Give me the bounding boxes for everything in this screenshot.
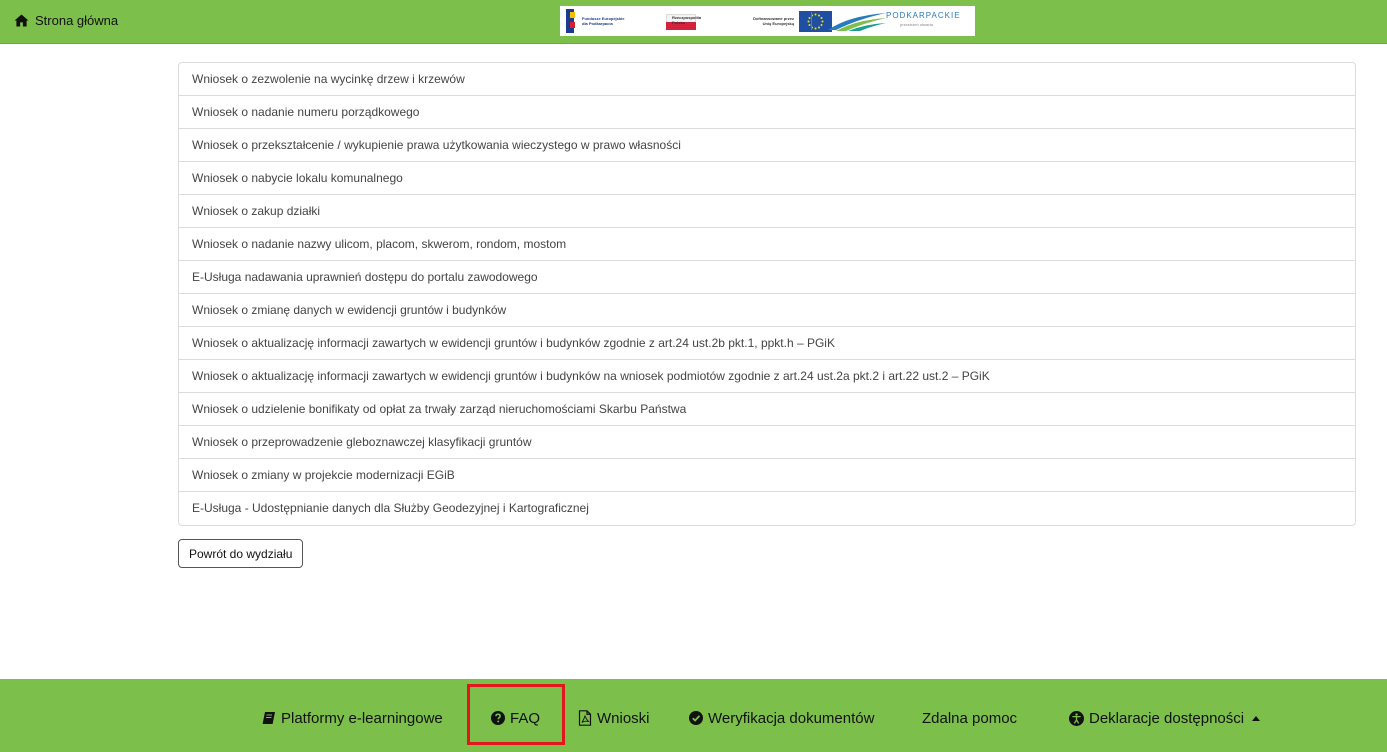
- forms-list: Wniosek o zezwolenie na wycinkę drzew i …: [178, 62, 1356, 526]
- home-link-label: Strona główna: [35, 13, 119, 28]
- list-item[interactable]: Wniosek o przeprowadzenie gleboznawczej …: [179, 426, 1355, 459]
- list-item[interactable]: Wniosek o zezwolenie na wycinkę drzew i …: [179, 63, 1355, 96]
- list-item[interactable]: Wniosek o aktualizację informacji zawart…: [179, 327, 1355, 360]
- funding-logos: Fundusze Europejskie dla Podkarpacia Rze…: [560, 6, 975, 36]
- list-item[interactable]: Wniosek o zakup działki: [179, 195, 1355, 228]
- footer-link-label: Zdalna pomoc: [922, 709, 1018, 727]
- back-to-department-button[interactable]: Powrót do wydziału: [178, 539, 304, 568]
- list-item[interactable]: Wniosek o nadanie nazwy ulicom, placom, …: [179, 228, 1355, 261]
- footer-link-wnioski[interactable]: Wnioski: [578, 707, 650, 729]
- footer-link-weryfikacja[interactable]: Weryfikacja dokumentów: [689, 707, 874, 729]
- check-circle-icon: [689, 711, 703, 725]
- list-item[interactable]: Wniosek o aktualizację informacji zawart…: [179, 360, 1355, 393]
- footer-link-label: Platformy e-learningowe: [281, 709, 443, 727]
- accessibility-icon: [1069, 710, 1084, 726]
- list-item[interactable]: Wniosek o zmiany w projekcie modernizacj…: [179, 459, 1355, 492]
- footer-link-deklaracje[interactable]: Deklaracje dostępności: [1069, 707, 1261, 729]
- home-link[interactable]: Strona główna: [14, 13, 118, 28]
- footer-link-label: Deklaracje dostępności: [1089, 709, 1245, 727]
- faq-highlight-box: [467, 684, 565, 745]
- list-item[interactable]: E-Usługa - Udostępnianie danych dla Służ…: [179, 492, 1355, 525]
- list-item[interactable]: Wniosek o udzielenie bonifikaty od opłat…: [179, 393, 1355, 426]
- footer-link-zdalna-pomoc[interactable]: Zdalna pomoc: [922, 707, 1017, 729]
- pdf-file-icon: [578, 710, 592, 726]
- footer-link-label: Wnioski: [597, 709, 650, 727]
- fundusze-europejskie-logo: Fundusze Europejskie dla Podkarpacia: [566, 9, 626, 33]
- list-item[interactable]: Wniosek o nadanie numeru porządkowego: [179, 96, 1355, 129]
- home-icon: [14, 14, 29, 27]
- caret-up-icon: [1252, 715, 1261, 721]
- footer-link-elearning[interactable]: Platformy e-learningowe: [262, 707, 443, 729]
- logo-divider: [811, 12, 812, 30]
- podkarpackie-logo: PODKARPACKIE przestrzeń otwarta: [828, 8, 973, 34]
- footer-link-label: Weryfikacja dokumentów: [708, 709, 875, 727]
- list-item[interactable]: E-Usługa nadawania uprawnień dostępu do …: [179, 261, 1355, 294]
- list-item[interactable]: Wniosek o przekształcenie / wykupienie p…: [179, 129, 1355, 162]
- book-icon: [262, 712, 275, 724]
- list-item[interactable]: Wniosek o zmianę danych w ewidencji grun…: [179, 294, 1355, 327]
- list-item[interactable]: Wniosek o nabycie lokalu komunalnego: [179, 162, 1355, 195]
- top-bar: Strona główna Fundusze Europejskie dla P…: [0, 0, 1387, 44]
- footer-bar: Platformy e-learningowe FAQ Wnioski Wery…: [0, 679, 1387, 752]
